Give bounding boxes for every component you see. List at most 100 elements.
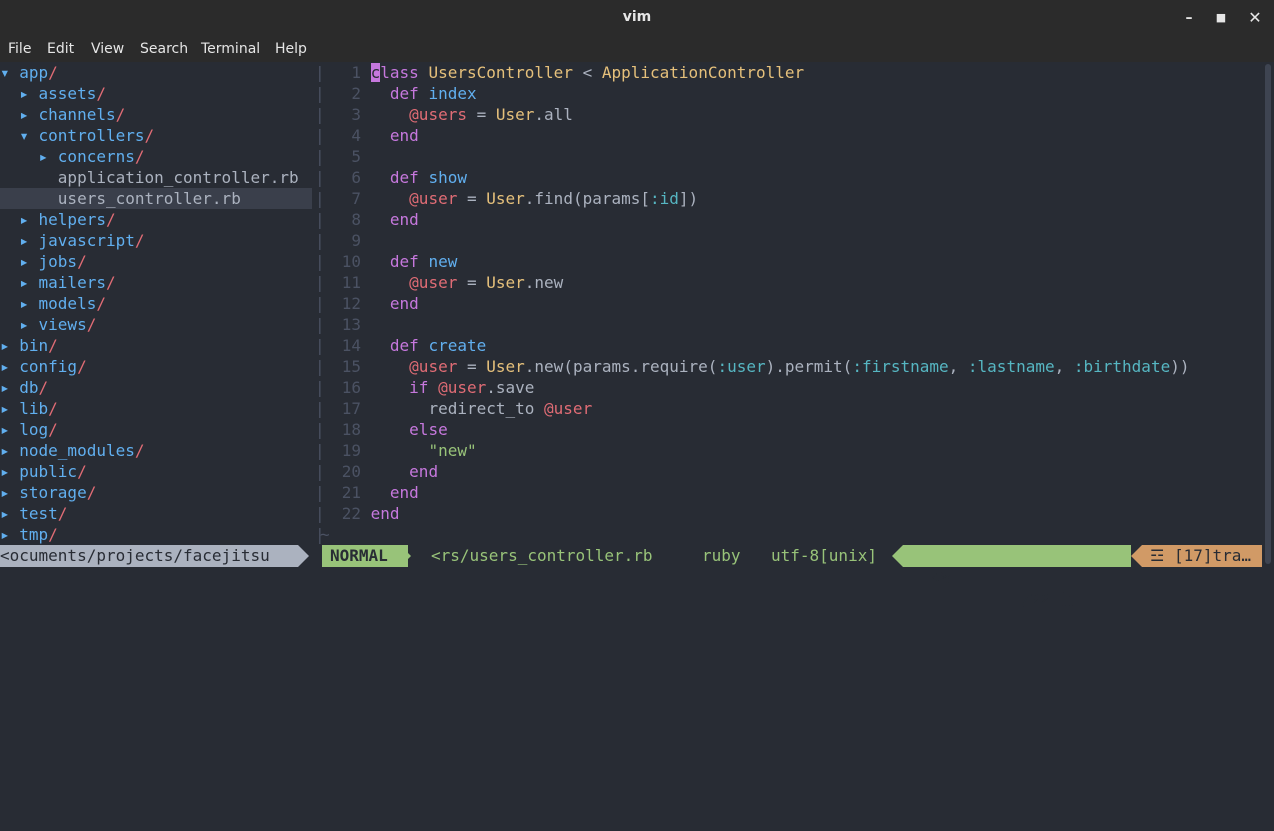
tree-item-name: test — [19, 504, 58, 523]
code-line[interactable]: 7 @user = User.find(params[:id]) — [332, 188, 1262, 209]
code-token: @user — [409, 273, 458, 292]
code-line[interactable]: 12 end — [332, 293, 1262, 314]
expand-arrow-icon: ▸ — [0, 399, 20, 418]
tree-directory[interactable]: ▸ config/ — [0, 356, 312, 377]
tree-directory[interactable]: ▸ javascript/ — [0, 230, 312, 251]
tree-directory[interactable]: ▸ db/ — [0, 377, 312, 398]
code-token: User — [486, 189, 525, 208]
line-number: 20 — [341, 462, 361, 481]
menu-help[interactable]: Help — [275, 41, 307, 57]
maximize-button[interactable]: ■ — [1212, 9, 1230, 27]
tree-directory[interactable]: ▸ storage/ — [0, 482, 312, 503]
code-token: :firstname — [852, 357, 949, 376]
status-separator-arrow — [400, 545, 411, 567]
code-line[interactable]: 10 def new — [332, 251, 1262, 272]
scrollbar-thumb[interactable] — [1265, 64, 1271, 564]
tree-directory[interactable]: ▸ channels/ — [0, 104, 312, 125]
code-token: UsersController — [428, 63, 573, 82]
split-separator[interactable]: | | | | | | | | | | | | | | | | | | | | | | | — [312, 62, 332, 545]
code-token: .new(params.require( — [524, 357, 718, 376]
code-line[interactable]: 1 class UsersController < ApplicationCon… — [332, 62, 1262, 83]
tree-file[interactable]: users_controller.rb — [0, 188, 312, 209]
tree-item-name: users_controller.rb — [57, 189, 241, 208]
tree-item-name: db — [19, 378, 39, 397]
code-line[interactable]: 22 end — [332, 503, 1262, 524]
menu-search[interactable]: Search — [140, 41, 188, 57]
status-position: 4% ☰ 1/22 ㏑ : 1 — [903, 545, 1131, 631]
tree-directory[interactable]: ▸ models/ — [0, 293, 312, 314]
code-line[interactable]: 8 end — [332, 209, 1262, 230]
code-line[interactable]: 9 — [332, 230, 1262, 251]
code-line[interactable]: 19 "new" — [332, 440, 1262, 461]
directory-slash: / — [105, 210, 116, 229]
directory-slash: / — [134, 441, 145, 460]
tree-directory[interactable]: ▾ app/ — [0, 62, 312, 83]
menu-file[interactable]: File — [8, 41, 31, 57]
code-line[interactable]: 14 def create — [332, 335, 1262, 356]
code-line[interactable]: 11 @user = User.new — [332, 272, 1262, 293]
tree-item-name: tmp — [19, 525, 49, 544]
tree-directory[interactable]: ▾ controllers/ — [0, 125, 312, 146]
code-token: )) — [1170, 357, 1190, 376]
tree-directory[interactable]: ▸ node_modules/ — [0, 440, 312, 461]
code-line[interactable]: 20 end — [332, 461, 1262, 482]
nerdtree-file-tree[interactable]: ▾ app/ ▸ assets/ ▸ channels/ ▾ controlle… — [0, 62, 312, 545]
code-line[interactable]: 18 else — [332, 419, 1262, 440]
close-button[interactable]: ✕ — [1246, 9, 1264, 27]
status-line: <ocuments/projects/facejitsu NORMAL <rs/… — [0, 545, 1262, 631]
code-line[interactable]: 3 @users = User.all — [332, 104, 1262, 125]
line-number: 8 — [351, 210, 361, 229]
code-line[interactable]: 13 — [332, 314, 1262, 335]
directory-slash: / — [96, 294, 106, 313]
expand-arrow-icon: ▸ — [0, 504, 20, 523]
code-line[interactable]: 17 redirect_to @user — [332, 398, 1262, 419]
code-line[interactable]: 6 def show — [332, 167, 1262, 188]
code-token: new — [428, 252, 458, 271]
line-number: 9 — [351, 231, 361, 250]
tree-directory[interactable]: ▸ log/ — [0, 419, 312, 440]
tree-directory[interactable]: ▸ mailers/ — [0, 272, 312, 293]
expand-arrow-icon: ▸ — [0, 441, 20, 460]
tree-item-name: log — [19, 420, 49, 439]
directory-slash: / — [86, 315, 97, 334]
tree-directory[interactable]: ▸ assets/ — [0, 83, 312, 104]
code-token: def — [389, 336, 429, 355]
code-editor[interactable]: 1 class UsersController < ApplicationCon… — [320, 62, 1262, 545]
tree-file[interactable]: application_controller.rb — [0, 167, 312, 188]
tree-item-name: mailers — [38, 273, 106, 292]
menu-terminal[interactable]: Terminal — [201, 41, 260, 57]
code-token: ).permit( — [765, 357, 853, 376]
tree-directory[interactable]: ▸ views/ — [0, 314, 312, 335]
code-line[interactable]: 2 def index — [332, 83, 1262, 104]
tree-directory[interactable]: ▸ public/ — [0, 461, 312, 482]
code-line[interactable]: 21 end — [332, 482, 1262, 503]
code-line[interactable]: 4 end — [332, 125, 1262, 146]
code-line[interactable]: 15 @user = User.new(params.require(:user… — [332, 356, 1262, 377]
menu-view[interactable]: View — [91, 41, 124, 57]
tree-directory[interactable]: ▸ test/ — [0, 503, 312, 524]
expand-arrow-icon: ▸ — [0, 357, 20, 376]
tree-directory[interactable]: ▸ bin/ — [0, 335, 312, 356]
expand-arrow-icon: ▸ — [0, 420, 20, 439]
terminal-scrollbar[interactable] — [1262, 62, 1274, 569]
tree-item-name: config — [19, 357, 78, 376]
code-token: , — [948, 357, 968, 376]
code-token: "new" — [428, 441, 477, 460]
tree-item-name: app — [19, 63, 49, 82]
tree-directory[interactable]: ▸ concerns/ — [0, 146, 312, 167]
tree-directory[interactable]: ▸ jobs/ — [0, 251, 312, 272]
tree-directory[interactable]: ▸ lib/ — [0, 398, 312, 419]
code-line[interactable]: 16 if @user.save — [332, 377, 1262, 398]
terminal-content[interactable]: ▾ app/ ▸ assets/ ▸ channels/ ▾ controlle… — [0, 62, 1262, 631]
status-filename: <rs/users_controller.rb — [431, 546, 653, 565]
menu-edit[interactable]: Edit — [47, 41, 74, 57]
tree-directory[interactable]: ▸ helpers/ — [0, 209, 312, 230]
code-line[interactable]: 5 — [332, 146, 1262, 167]
minimize-button[interactable]: – — [1180, 9, 1198, 27]
tree-directory[interactable]: ▸ tmp/ — [0, 524, 312, 545]
tree-item-name: application_controller.rb — [57, 168, 299, 187]
